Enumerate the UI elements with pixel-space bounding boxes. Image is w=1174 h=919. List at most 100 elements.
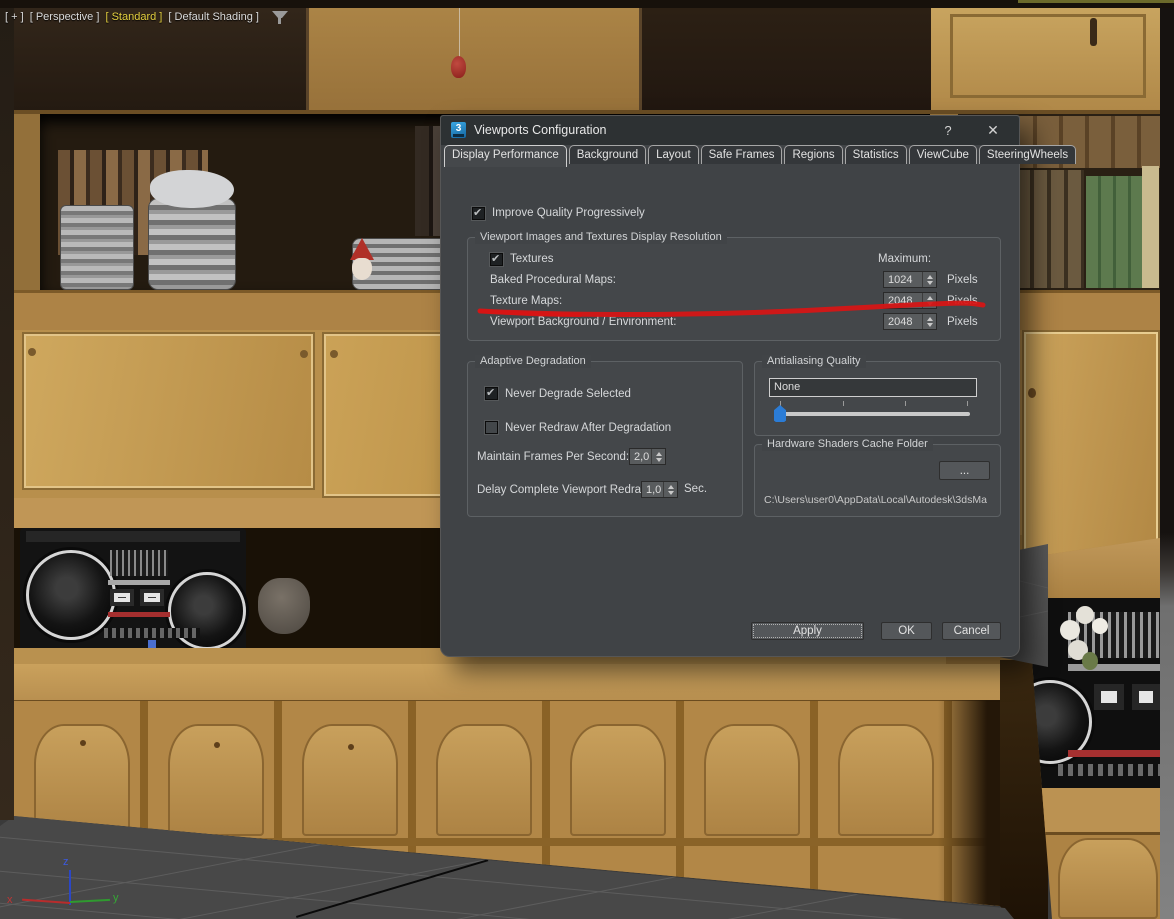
right-lower-door [1058,838,1158,919]
canister-stack-2 [148,198,236,290]
axis-x-line [22,898,71,904]
cassette-window-1 [110,589,134,606]
antialiasing-slider-track[interactable] [777,412,970,416]
help-button[interactable]: ? [939,122,957,140]
hanging-string [459,8,460,58]
maintain-fps-spinner[interactable]: 2,0 [629,448,666,465]
delay-redraw-spinner[interactable]: 1,0 [641,481,678,498]
viewports-configuration-dialog: 3 Viewports Configuration ? ✕ Display Pe… [440,115,1077,657]
tab-viewcube[interactable]: ViewCube [908,145,977,164]
tab-statistics[interactable]: Statistics [844,145,907,164]
right-shadow-column [938,700,1008,919]
boombox-top-strip [26,531,240,542]
sec-unit: Sec. [684,483,708,495]
flowers-green [1082,652,1098,670]
dialog-tab-bar: Display Performance Background Layout Safe … [444,145,1078,168]
spinner-value[interactable]: 1024 [884,272,922,287]
dialog-title-bar[interactable]: 3 Viewports Configuration ? ✕ [441,116,1019,145]
lower-door-panel-5 [570,724,666,836]
axis-y-label: y [113,892,119,904]
never-redraw-checkbox[interactable] [485,421,498,434]
boombox-silver-strip [108,580,170,585]
spinner-value[interactable]: 1,0 [642,482,663,497]
never-degrade-checkbox[interactable] [485,386,498,400]
never-degrade-label: Never Degrade Selected [505,388,631,400]
antialiasing-slider-handle[interactable] [774,405,786,422]
resolution-group: Viewport Images and Textures Display Res… [467,231,1001,341]
adaptive-group-title: Adaptive Degradation [475,355,591,368]
textures-label: Textures [510,253,554,265]
ok-button[interactable]: OK [881,622,932,640]
slider-tick [905,401,906,406]
flowers-white-1 [1060,620,1080,640]
lower-door-panel-3 [302,724,398,836]
tab-steeringwheels[interactable]: SteeringWheels [978,145,1077,164]
upper-cabinet-dark-right [639,8,934,112]
right-boombox-vents [1058,764,1160,776]
adaptive-degradation-group: Adaptive Degradation Never Degrade Selec… [467,355,743,517]
3dsmax-app-icon: 3 [451,122,466,138]
never-redraw-label: Never Redraw After Degradation [505,422,672,434]
textures-checkbox[interactable] [490,252,503,266]
lower-door-panel-2 [168,724,264,836]
apply-button[interactable]: Apply [751,622,864,640]
book-beige-tall [1142,166,1159,288]
books-right-green [1086,176,1142,288]
viewport-menu-general[interactable]: [ + ] [5,11,24,23]
cassette-window-2 [140,589,164,606]
viewport-right-edge [1160,0,1174,919]
baked-procedural-maps-spinner[interactable]: 1024 [883,271,937,288]
application-window: x y z [ + ] [ Perspective ] [ Standard ]… [0,0,1174,919]
spinner-arrows[interactable] [922,272,936,287]
viewport-top-highlight [1018,0,1174,3]
per-view-preset-funnel-icon[interactable] [271,10,289,25]
flowers-white-2 [1076,606,1094,624]
lower-knob-3 [348,744,354,750]
boombox-vents [104,628,200,638]
viewport-menu-render-preset[interactable]: [ Standard ] [105,11,162,23]
axis-x-label: x [7,894,13,906]
cache-folder-group: Hardware Shaders Cache Folder ... C:\Use… [754,438,1001,517]
tab-layout[interactable]: Layout [648,145,699,164]
tab-safe-frames[interactable]: Safe Frames [700,145,783,164]
improve-quality-checkbox[interactable] [472,206,485,220]
right-cassette-1 [1094,684,1124,710]
viewport-menu-shading[interactable]: [ Default Shading ] [168,11,259,23]
door-handle-3 [330,350,338,358]
upper-door-frame [950,14,1146,98]
baked-procedural-maps-label: Baked Procedural Maps: [490,274,616,286]
viewport-menu-pov[interactable]: [ Perspective ] [30,11,100,23]
viewport-label: [ + ] [ Perspective ] [ Standard ] [ Def… [5,10,292,25]
axis-z-label: z [63,856,69,868]
lower-door-panel-6 [704,724,800,836]
right-boombox-silver [1068,664,1160,671]
world-axis-gizmo: x y z [0,850,140,919]
spinner-value[interactable]: 2,0 [630,449,651,464]
flowers-white-3 [1092,618,1108,634]
cache-group-title: Hardware Shaders Cache Folder [762,438,933,451]
paper-crumple-1 [150,170,234,208]
spinner-arrows[interactable] [651,449,665,464]
delay-redraw-label: Delay Complete Viewport Redraw: [477,484,653,496]
cache-folder-path: C:\Users\user0\AppData\Local\Autodesk\3d… [764,494,987,506]
home-grid-dark-line [296,859,489,918]
spinner-arrows[interactable] [663,482,677,497]
gnome-figurine-beard [352,258,372,280]
antialiasing-quality-field[interactable]: None [769,378,977,397]
grid-line [0,900,1014,919]
shelf-left-post [14,114,40,290]
boombox-red-stripe [108,612,170,617]
tab-display-performance[interactable]: Display Performance [444,145,567,167]
browse-button[interactable]: ... [939,461,990,480]
lower-knob-1 [80,740,86,746]
axis-z-line [69,870,71,905]
pixels-unit: Pixels [947,274,978,286]
tab-regions[interactable]: Regions [784,145,843,164]
close-button[interactable]: ✕ [984,122,1002,140]
cancel-button[interactable]: Cancel [942,622,1001,640]
viewport-left-edge [0,8,14,820]
axis-y-line [69,898,110,903]
tab-background[interactable]: Background [568,145,647,164]
right-boombox-red-stripe [1068,750,1160,757]
right-cassette-2 [1132,684,1160,710]
